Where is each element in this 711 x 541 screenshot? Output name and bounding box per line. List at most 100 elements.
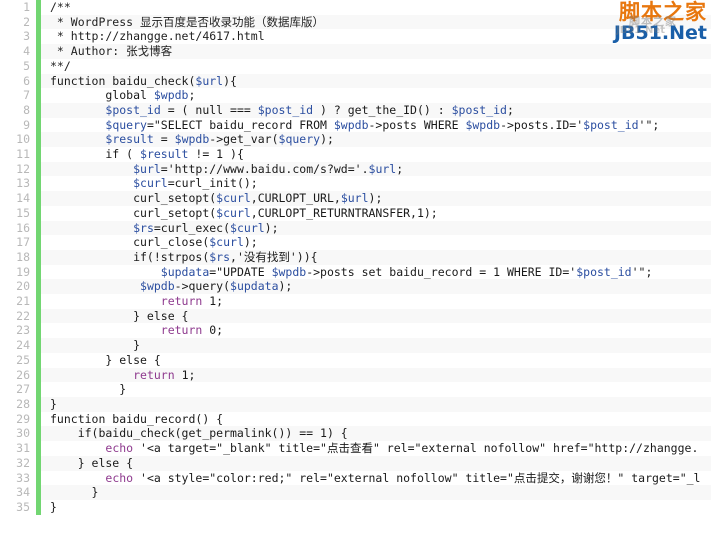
code-line-source[interactable]: $url='http://www.baidu.com/s?wd='.$url;	[41, 161, 711, 177]
code-line-source[interactable]: }	[41, 396, 711, 412]
code-line: 10 $result = $wpdb->get_var($query);	[0, 132, 711, 148]
code-line-source[interactable]: function baidu_check($url){	[41, 73, 711, 89]
code-line: 9 $query="SELECT baidu_record FROM $wpdb…	[0, 117, 711, 133]
code-line-source[interactable]: return 1;	[41, 367, 711, 383]
code-token-pln	[50, 132, 105, 146]
line-number: 20	[0, 279, 36, 295]
code-line: 28}	[0, 396, 711, 412]
code-token-var: $curl	[230, 220, 265, 235]
code-token-pln: }	[50, 485, 99, 500]
code-token-pln: if (	[50, 147, 141, 162]
code-line-source[interactable]: return 1;	[41, 294, 711, 309]
code-line-source[interactable]: **/	[41, 58, 711, 74]
code-token-kw: echo	[105, 470, 134, 485]
line-number: 2	[0, 14, 36, 30]
code-line-source[interactable]: }	[41, 382, 711, 397]
line-number: 14	[0, 191, 36, 206]
code-token-var: $wpdb	[153, 88, 189, 103]
code-line-source[interactable]: $post_id = ( null === $post_id ) ? get_t…	[41, 102, 711, 118]
code-line: 13 $curl=curl_init();	[0, 176, 711, 192]
code-token-pln: if(baidu_check(get_permalink()) == 1) {	[50, 426, 348, 441]
code-token-pln: function baidu_record() {	[50, 411, 224, 426]
code-token-var: $updata	[160, 264, 210, 279]
code-line-source[interactable]: if(!strpos($rs,'没有找到')){	[41, 249, 711, 265]
code-line-source[interactable]: * WordPress 显示百度是否收录功能（数据库版）	[41, 14, 711, 30]
code-token-var: $rs	[209, 249, 231, 264]
code-token-pln: ;	[506, 102, 514, 117]
code-line-source[interactable]: if ( $result != 1 ){	[41, 147, 711, 162]
code-token-com: /**	[50, 0, 71, 14]
line-number: 24	[0, 338, 36, 353]
code-line: 33 echo '<a style="color:red;" rel="exte…	[0, 470, 711, 486]
code-token-var: $wpdb	[333, 117, 369, 132]
code-token-pln: != 1 ){	[188, 147, 244, 162]
code-line-source[interactable]: }	[41, 485, 711, 500]
code-line-source[interactable]: }	[41, 338, 711, 353]
code-line-source[interactable]: $result = $wpdb->get_var($query);	[41, 132, 711, 148]
code-line-source[interactable]: function baidu_record() {	[41, 411, 711, 427]
code-token-pln: 1;	[174, 367, 196, 382]
code-line-source[interactable]: curl_setopt($curl,CURLOPT_URL,$url);	[41, 191, 711, 206]
code-token-var: $post_id	[257, 102, 314, 117]
code-table: 1/** 2 * WordPress 显示百度是否收录功能（数据库版） 3 * ht…	[0, 0, 711, 515]
code-line: 2 * WordPress 显示百度是否收录功能（数据库版）	[0, 14, 711, 30]
code-token-var: $updata	[230, 279, 279, 294]
code-token-pln: =	[153, 132, 175, 147]
code-line-source[interactable]: if(baidu_check(get_permalink()) == 1) {	[41, 426, 711, 442]
code-token-var: $curl	[216, 191, 251, 206]
code-line: 8 $post_id = ( null === $post_id ) ? get…	[0, 102, 711, 118]
code-line-source[interactable]: $query="SELECT baidu_record FROM $wpdb->…	[41, 117, 711, 133]
code-line-source[interactable]: echo '<a style="color:red;" rel="externa…	[41, 470, 711, 486]
code-line-source[interactable]: echo '<a target="_blank" title="点击查看" re…	[41, 441, 711, 456]
line-number: 9	[0, 117, 36, 133]
line-number: 7	[0, 88, 36, 103]
code-line-source[interactable]: }	[41, 499, 711, 515]
line-number: 32	[0, 455, 36, 471]
line-number: 34	[0, 485, 36, 500]
code-token-pln	[50, 471, 105, 485]
code-line-source[interactable]: } else {	[41, 308, 711, 324]
code-line-source[interactable]: curl_setopt($curl,CURLOPT_RETURNTRANSFER…	[41, 205, 711, 221]
code-token-var: $curl	[133, 176, 168, 191]
code-line-source[interactable]: return 0;	[41, 323, 711, 339]
code-token-var: $wpdb	[465, 117, 501, 132]
code-line-source[interactable]: * Author: 张戈博客	[41, 44, 711, 59]
code-line: 6 function baidu_check($url){	[0, 73, 711, 89]
line-number: 5	[0, 58, 36, 74]
code-token-var: $post_id	[451, 102, 507, 117]
code-line-source[interactable]: $rs=curl_exec($curl);	[41, 220, 711, 236]
code-token-pln: curl_setopt(	[50, 205, 217, 220]
line-number: 11	[0, 147, 36, 162]
code-token-pln: ="SELECT baidu_record FROM	[146, 117, 334, 132]
line-number: 28	[0, 396, 36, 412]
code-line-source[interactable]: /**	[41, 0, 711, 15]
code-line-source[interactable]: } else {	[41, 352, 711, 368]
code-token-com: * Author: 张戈博客	[50, 44, 173, 59]
line-number: 17	[0, 235, 36, 250]
code-line-source[interactable]: $wpdb->query($updata);	[41, 279, 711, 295]
code-line-source[interactable]: } else {	[41, 455, 711, 471]
code-token-var: $query	[105, 117, 147, 132]
code-token-var: $rs	[133, 220, 154, 235]
code-token-pln: 0;	[202, 323, 224, 338]
code-token-pln: } else {	[50, 308, 189, 323]
code-token-var: $curl	[209, 235, 244, 250]
code-token-pln: ;	[188, 88, 196, 103]
code-line-source[interactable]: * http://zhangge.net/4617.html	[41, 29, 711, 45]
code-token-var: $url	[195, 73, 224, 88]
code-token-pln: );	[243, 235, 258, 250]
code-token-pln: ,CURLOPT_RETURNTRANSFER,1);	[250, 205, 438, 220]
code-line-source[interactable]: global $wpdb;	[41, 88, 711, 103]
line-number: 4	[0, 44, 36, 59]
code-token-var: $result	[105, 132, 154, 147]
code-line: 34 }	[0, 485, 711, 500]
code-line: 11 if ( $result != 1 ){	[0, 147, 711, 162]
line-number: 12	[0, 161, 36, 177]
code-line-source[interactable]: $curl=curl_init();	[41, 176, 711, 192]
code-line-source[interactable]: curl_close($curl);	[41, 235, 711, 250]
code-token-com: * WordPress 显示百度是否收录功能（数据库版）	[50, 14, 325, 29]
code-line-source[interactable]: $updata="UPDATE $wpdb->posts set baidu_r…	[41, 264, 711, 280]
code-token-pln: ,CURLOPT_URL,	[250, 191, 341, 206]
code-line: 22 } else {	[0, 308, 711, 324]
code-token-pln	[50, 441, 105, 455]
